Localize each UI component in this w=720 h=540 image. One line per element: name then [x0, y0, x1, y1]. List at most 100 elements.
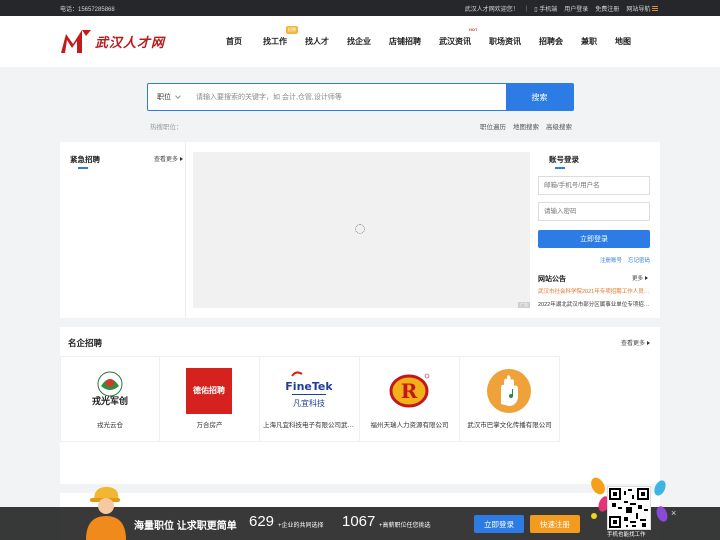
map-search-link[interactable]: 地图搜索 [513, 121, 539, 131]
notice-more-label: 更多 [631, 276, 643, 282]
mobile-icon: ▯ [534, 7, 538, 13]
svg-text:凡宜科技: 凡宜科技 [293, 398, 325, 408]
company-logo: 德佑招聘 [186, 368, 232, 414]
famous-companies-section: 名企招聘 查看更多 戎光军创 戎光云仓 德佑招聘 万合房产 FineTek 凡宜… [60, 327, 660, 484]
advanced-search-link[interactable]: 高级搜索 [546, 121, 572, 131]
hot-search-label: 热搜职位： [150, 124, 183, 131]
loading-spinner-icon [355, 224, 365, 234]
mascot-illustration [86, 486, 126, 540]
site-logo[interactable]: 武汉人才网 [60, 28, 165, 54]
job-count: 1067 [342, 513, 376, 530]
nav-map[interactable]: 地图 [615, 36, 635, 47]
username-field[interactable] [538, 176, 650, 195]
search-type-label: 职位 [157, 94, 171, 101]
search-input[interactable] [196, 84, 501, 110]
main-nav: 首页 找工作 招聘 找人才 找企业 店铺招聘 武汉资讯 HOT 职场资讯 招聘会 兼… [226, 26, 635, 47]
title-underline [78, 167, 88, 169]
login-button[interactable]: 立即登录 [538, 230, 650, 248]
company-name: 上海凡宜科技电子有限公司武汉分公司 [263, 422, 356, 429]
company-logo-text: FineTek [286, 380, 332, 393]
site-nav-label: 网站导航 [626, 7, 651, 13]
urgent-title: 紧急招聘 [70, 155, 100, 164]
promo-slogan: 海量职位 让求职更简单 [134, 521, 237, 532]
company-name: 戎光云仓 [97, 422, 123, 429]
main-panel: 紧急招聘 查看更多 广告 账号登录 立即登录 注册账号 忘记密码 网站公告 更多… [60, 142, 660, 318]
company-logo-text: 戎光军创 [92, 395, 128, 407]
search-type-select[interactable]: 职位 [148, 84, 189, 110]
urgent-more-link[interactable]: 查看更多 [154, 154, 184, 163]
nav-shop-recruit[interactable]: 店铺招聘 [389, 36, 439, 47]
company-name: 武汉市巴掌文化传播有限公司 [467, 422, 552, 429]
famous-more-link[interactable]: 查看更多 [621, 338, 650, 347]
nav-career-news[interactable]: 职场资讯 [489, 36, 539, 47]
company-name: 万合房产 [196, 422, 223, 429]
mobile-link-label: 手机端 [539, 7, 558, 13]
forgot-password-link[interactable]: 忘记密码 [628, 256, 650, 264]
company-logo: R [389, 373, 430, 408]
arrow-right-icon [180, 156, 184, 161]
close-icon[interactable]: × [671, 508, 676, 518]
search-button[interactable]: 搜索 [506, 84, 573, 110]
search-bar: 职位 搜索 [147, 83, 574, 111]
login-box: 账号登录 立即登录 注册账号 忘记密码 网站公告 更多 武汉市社会科学院2021… [538, 142, 660, 318]
notice-item[interactable]: 2022年湖北武汉市部分区属事业单位专项招聘公告 [538, 300, 650, 308]
notice-item[interactable]: 武汉市社会科学院2021年专项招聘工作人员公告 [538, 287, 650, 295]
nav-home[interactable]: 首页 [226, 36, 263, 47]
notice-title: 网站公告 [538, 276, 566, 283]
user-login-link[interactable]: 用户登录 [564, 4, 588, 13]
login-title: 账号登录 [549, 155, 579, 164]
nav-badge: 招聘 [286, 26, 298, 34]
company-card[interactable]: 德佑招聘 万合房产 [160, 356, 260, 442]
company-card[interactable]: 戎光军创 戎光云仓 [60, 356, 160, 442]
logo-text: 武汉人才网 [95, 35, 166, 51]
company-logo: FineTek 凡宜科技 [286, 371, 332, 408]
password-field[interactable] [538, 202, 650, 221]
notice-more-link[interactable]: 更多 [632, 274, 648, 282]
title-underline [555, 167, 565, 169]
famous-more-label: 查看更多 [620, 341, 645, 347]
ad-banner[interactable]: 广告 [193, 152, 530, 308]
company-card[interactable]: 武汉市巴掌文化传播有限公司 [460, 356, 560, 442]
top-bar: 电话：15657285868 武汉人才网欢迎您！ | ▯ 手机端 用户登录 免费… [0, 0, 720, 16]
urgent-more-label: 查看更多 [154, 157, 179, 163]
company-count-label: +企业的共同选择 [278, 523, 324, 529]
arrow-right-icon [645, 276, 648, 280]
company-list: 戎光军创 戎光云仓 德佑招聘 万合房产 FineTek 凡宜科技 上海凡宜科技电… [60, 356, 560, 442]
register-account-link[interactable]: 注册账号 [600, 256, 622, 264]
arrow-right-icon [647, 340, 650, 345]
nav-find-talent[interactable]: 找人才 [305, 36, 347, 47]
footer-register-button[interactable]: 快速注册 [530, 515, 580, 533]
nav-job-fair[interactable]: 招聘会 [539, 36, 581, 47]
search-links: 职位遍历 地图搜索 高级搜索 [480, 121, 572, 131]
famous-title: 名企招聘 [68, 338, 103, 348]
company-name: 福州天瑞人力资源有限公司 [370, 422, 449, 429]
welcome-text: 武汉人才网欢迎您！ [464, 7, 519, 13]
login-links: 注册账号 忘记密码 [600, 256, 650, 264]
nav-wuhan-news-label: 武汉资讯 [439, 37, 471, 46]
urgent-jobs-section: 紧急招聘 查看更多 [60, 142, 186, 318]
qr-caption: 手机也能找工作 [607, 532, 646, 538]
nav-wuhan-news[interactable]: 武汉资讯 HOT [439, 27, 489, 47]
chevron-down-icon [175, 93, 181, 99]
company-logo-text: R [401, 379, 418, 403]
company-card[interactable]: R 福州天瑞人力资源有限公司 [360, 356, 460, 442]
company-logo [487, 369, 531, 413]
nav-find-company[interactable]: 找企业 [347, 36, 389, 47]
logo-mark-icon [61, 30, 91, 53]
footer-login-button[interactable]: 立即登录 [474, 515, 524, 533]
free-register-link[interactable]: 免费注册 [595, 4, 619, 13]
company-card[interactable]: FineTek 凡宜科技 上海凡宜科技电子有限公司武汉分公司 [260, 356, 360, 442]
hot-badge: HOT [469, 27, 478, 32]
qr-code [607, 486, 651, 530]
job-count-label: +高薪职位任您挑选 [379, 523, 431, 529]
site-nav-link[interactable]: 网站导航 [626, 4, 658, 13]
header: 武汉人才网 首页 找工作 招聘 找人才 找企业 店铺招聘 武汉资讯 HOT 职场资讯… [0, 16, 720, 67]
contact-phone: 电话：15657285868 [60, 7, 115, 13]
mobile-link[interactable]: ▯ 手机端 [534, 4, 557, 13]
nav-part-time[interactable]: 兼职 [581, 36, 615, 47]
qr-code-icon [609, 488, 649, 528]
company-count: 629 [249, 513, 275, 530]
company-logo-text: 德佑招聘 [193, 385, 225, 395]
job-browse-link[interactable]: 职位遍历 [480, 121, 506, 131]
nav-find-job[interactable]: 找工作 招聘 [263, 26, 305, 47]
